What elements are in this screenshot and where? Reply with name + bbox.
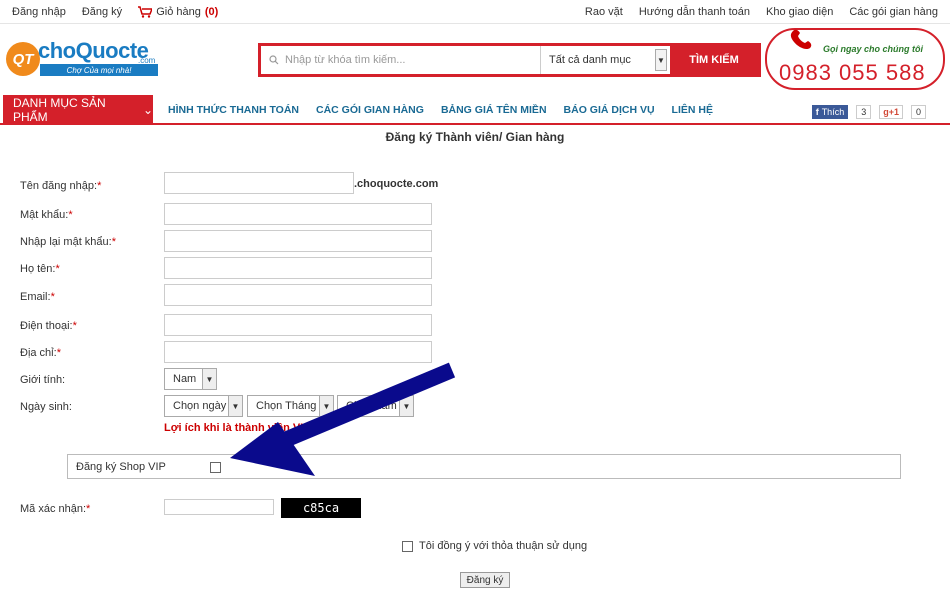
nav-item-packages[interactable]: CÁC GÓI GIAN HÀNG xyxy=(316,104,424,116)
password-field[interactable] xyxy=(164,203,432,225)
captcha-image: c85ca xyxy=(281,498,361,518)
logo-name: choQuocte xyxy=(38,38,149,63)
username-field[interactable] xyxy=(164,172,354,194)
fullname-label: Họ tên:* xyxy=(20,263,60,275)
password-label: Mật khẩu:* xyxy=(20,209,73,221)
facebook-like-count: 3 xyxy=(856,105,872,119)
facebook-icon: f xyxy=(815,107,819,117)
birth-day-value: Chọn ngày xyxy=(173,400,227,412)
gender-label: Giới tính: xyxy=(20,374,66,386)
phone-label: Điện thoại:* xyxy=(20,320,77,332)
cart-label: Giỏ hàng xyxy=(156,5,201,18)
search-placeholder: Nhập từ khóa tìm kiếm... xyxy=(285,54,406,66)
nav-item-payment[interactable]: HÌNH THỨC THANH TOÁN xyxy=(168,104,299,116)
email-field[interactable] xyxy=(164,284,432,306)
header: QT choQuocte .com Chợ Của mọi nhà! Nhập … xyxy=(0,24,950,94)
hotline-call-text: Gọi ngay cho chúng tôi xyxy=(823,44,923,54)
vip-registration-box: Đăng ký Shop VIP xyxy=(67,454,901,479)
top-bar: Đăng nhập Đăng ký Giỏ hàng (0) Rao vặt H… xyxy=(0,0,950,24)
phone-icon xyxy=(789,28,815,52)
gender-select[interactable]: Nam ▼ xyxy=(164,368,217,390)
hotline-box: Gọi ngay cho chúng tôi 0983 055 588 xyxy=(765,28,945,90)
domain-suffix: .choquocte.com xyxy=(354,178,439,190)
site-logo[interactable]: QT choQuocte .com Chợ Của mọi nhà! xyxy=(6,38,158,78)
hotline-number[interactable]: 0983 055 588 xyxy=(779,60,926,86)
google-plus-count: 0 xyxy=(910,105,926,119)
chevron-down-icon: ▼ xyxy=(202,369,216,389)
search-input[interactable]: Nhập từ khóa tìm kiếm... xyxy=(261,46,540,74)
top-link-payment-guide[interactable]: Hướng dẫn thanh toán xyxy=(639,6,750,18)
fullname-field[interactable] xyxy=(164,257,432,279)
agree-checkbox[interactable] xyxy=(402,540,413,552)
social-buttons: f Thích 3 g+1 0 xyxy=(811,105,926,119)
top-link-themes[interactable]: Kho giao diện xyxy=(766,6,833,18)
cart-count: (0) xyxy=(204,5,219,18)
annotation-arrow-icon xyxy=(230,362,456,476)
facebook-like-button[interactable]: f Thích xyxy=(811,105,849,119)
birthday-label: Ngày sinh: xyxy=(20,401,72,413)
repassword-label: Nhập lại mật khẩu:* xyxy=(20,236,116,248)
chevron-down-icon: ⌄ xyxy=(142,103,153,117)
agree-terms[interactable]: Tôi đồng ý với thỏa thuận sử dụng xyxy=(402,540,587,552)
captcha-input[interactable] xyxy=(164,499,274,515)
page-title: Đăng ký Thành viên/ Gian hàng xyxy=(385,130,565,144)
email-label: Email:* xyxy=(20,291,55,303)
top-bar-left: Đăng nhập Đăng ký Giỏ hàng (0) xyxy=(12,6,218,18)
vip-label: Đăng ký Shop VIP xyxy=(76,461,166,473)
top-link-packages[interactable]: Các gói gian hàng xyxy=(849,6,938,18)
facebook-like-label: Thích xyxy=(821,107,845,117)
google-plus-button[interactable]: g+1 xyxy=(879,105,903,119)
search-icon xyxy=(269,55,279,65)
search-category-value: Tất cả danh mục xyxy=(549,54,631,66)
gender-value: Nam xyxy=(173,373,197,385)
categories-label: DANH MỤC SẢN PHẨM xyxy=(13,96,106,124)
search-bar: Nhập từ khóa tìm kiếm... Tất cả danh mục… xyxy=(258,43,761,77)
top-link-rao-vat[interactable]: Rao vặt xyxy=(585,6,623,18)
nav-item-contact[interactable]: LIÊN HỆ xyxy=(672,104,713,116)
chevron-down-icon: ▼ xyxy=(655,49,667,71)
cart-link[interactable]: Giỏ hàng (0) xyxy=(138,6,218,18)
login-link[interactable]: Đăng nhập xyxy=(12,6,66,18)
nav-item-domain-prices[interactable]: BẢNG GIÁ TÊN MIỀN xyxy=(441,104,547,116)
top-bar-right: Rao vặt Hướng dẫn thanh toán Kho giao di… xyxy=(585,6,938,18)
logo-mark: QT xyxy=(6,42,40,76)
repassword-field[interactable] xyxy=(164,230,432,252)
agree-label: Tôi đồng ý với thỏa thuận sử dụng xyxy=(419,540,588,552)
cart-icon xyxy=(138,5,153,18)
register-link[interactable]: Đăng ký xyxy=(82,6,122,18)
phone-field[interactable] xyxy=(164,314,432,336)
nav-item-service-quotes[interactable]: BÁO GIÁ DỊCH VỤ xyxy=(564,104,655,116)
username-label: Tên đăng nhập:* xyxy=(20,180,102,192)
address-label: Địa chỉ:* xyxy=(20,347,61,359)
search-category-select[interactable]: Tất cả danh mục ▼ xyxy=(540,46,670,74)
product-categories-button[interactable]: DANH MỤC SẢN PHẨM ⌄ xyxy=(3,95,153,125)
logo-slogan: Chợ Của mọi nhà! xyxy=(40,64,158,76)
submit-button[interactable]: Đăng ký xyxy=(460,572,510,588)
search-button[interactable]: TÌM KIẾM xyxy=(670,46,758,74)
captcha-label: Mã xác nhận:* xyxy=(20,503,91,515)
nav-links: HÌNH THỨC THANH TOÁN CÁC GÓI GIAN HÀNG B… xyxy=(168,95,713,125)
main-nav: DANH MỤC SẢN PHẨM ⌄ HÌNH THỨC THANH TOÁN… xyxy=(0,95,950,125)
google-plus-label: +1 xyxy=(888,107,899,117)
